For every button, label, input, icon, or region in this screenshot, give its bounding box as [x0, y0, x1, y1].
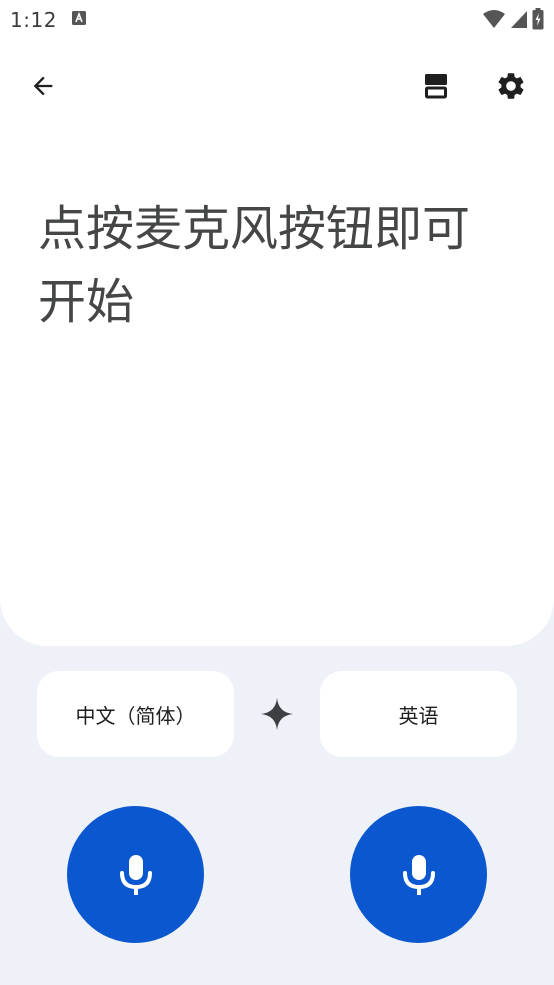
- settings-button[interactable]: [487, 62, 535, 110]
- battery-charging-icon: [532, 8, 544, 30]
- target-language-label: 英语: [398, 703, 439, 728]
- source-language-label: 中文（简体）: [75, 703, 196, 728]
- source-language-button[interactable]: 中文（简体）: [37, 671, 234, 757]
- gear-icon: [498, 73, 524, 99]
- status-icons: [482, 8, 544, 30]
- back-button[interactable]: [19, 62, 67, 110]
- split-screen-icon: [425, 74, 447, 99]
- signal-icon: [511, 11, 527, 28]
- split-screen-button[interactable]: [412, 62, 460, 110]
- target-mic-button[interactable]: [350, 806, 487, 943]
- notification-a-icon: [72, 11, 86, 25]
- target-language-button[interactable]: 英语: [320, 671, 517, 757]
- arrow-back-icon: [33, 76, 53, 96]
- wifi-icon: [483, 10, 505, 28]
- app-bar: [0, 58, 554, 118]
- microphone-icon: [119, 854, 152, 895]
- sparkle-icon[interactable]: [260, 697, 294, 731]
- microphone-icon: [402, 854, 435, 895]
- source-mic-button[interactable]: [67, 806, 204, 943]
- status-bar: 1:12: [0, 0, 554, 38]
- instruction-text: 点按麦克风按钮即可开始: [38, 201, 471, 330]
- status-time: 1:12: [10, 8, 57, 32]
